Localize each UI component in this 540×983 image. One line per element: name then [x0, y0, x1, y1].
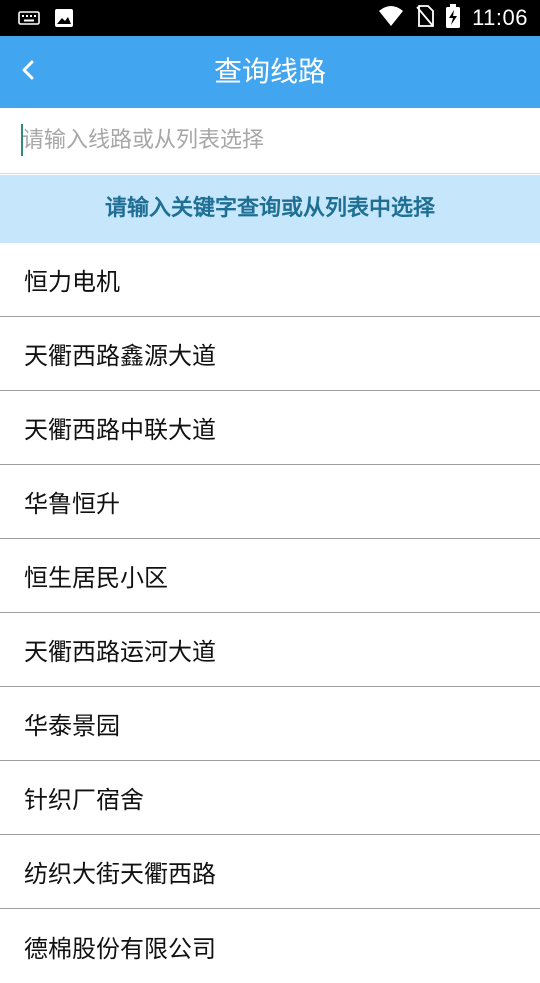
wifi-icon — [378, 5, 404, 31]
back-button[interactable] — [8, 50, 48, 94]
route-item[interactable]: 天衢西路鑫源大道 — [0, 317, 540, 391]
image-icon — [54, 8, 74, 32]
app-bar: 查询线路 — [0, 36, 540, 108]
route-list: 恒力电机 天衢西路鑫源大道 天衢西路中联大道 华鲁恒升 恒生居民小区 天衢西路运… — [0, 243, 540, 983]
no-sim-icon — [416, 5, 434, 31]
route-item[interactable]: 德棉股份有限公司 — [0, 909, 540, 983]
route-item[interactable]: 恒生居民小区 — [0, 539, 540, 613]
status-bar: 11:06 — [0, 0, 540, 36]
keyboard-icon — [18, 10, 40, 30]
route-item[interactable]: 纺织大街天衢西路 — [0, 835, 540, 909]
route-item[interactable]: 恒力电机 — [0, 243, 540, 317]
chevron-left-icon — [20, 59, 36, 85]
battery-charging-icon — [446, 4, 461, 32]
route-search-input[interactable] — [22, 116, 522, 164]
route-item[interactable]: 华泰景园 — [0, 687, 540, 761]
status-time: 11:06 — [472, 5, 528, 30]
route-item[interactable]: 针织厂宿舍 — [0, 761, 540, 835]
page-title: 查询线路 — [213, 55, 326, 88]
search-hint: 请输入关键字查询或从列表中选择 — [0, 175, 540, 243]
route-item[interactable]: 天衢西路中联大道 — [0, 391, 540, 465]
route-item[interactable]: 华鲁恒升 — [0, 465, 540, 539]
route-item[interactable]: 天衢西路运河大道 — [0, 613, 540, 687]
